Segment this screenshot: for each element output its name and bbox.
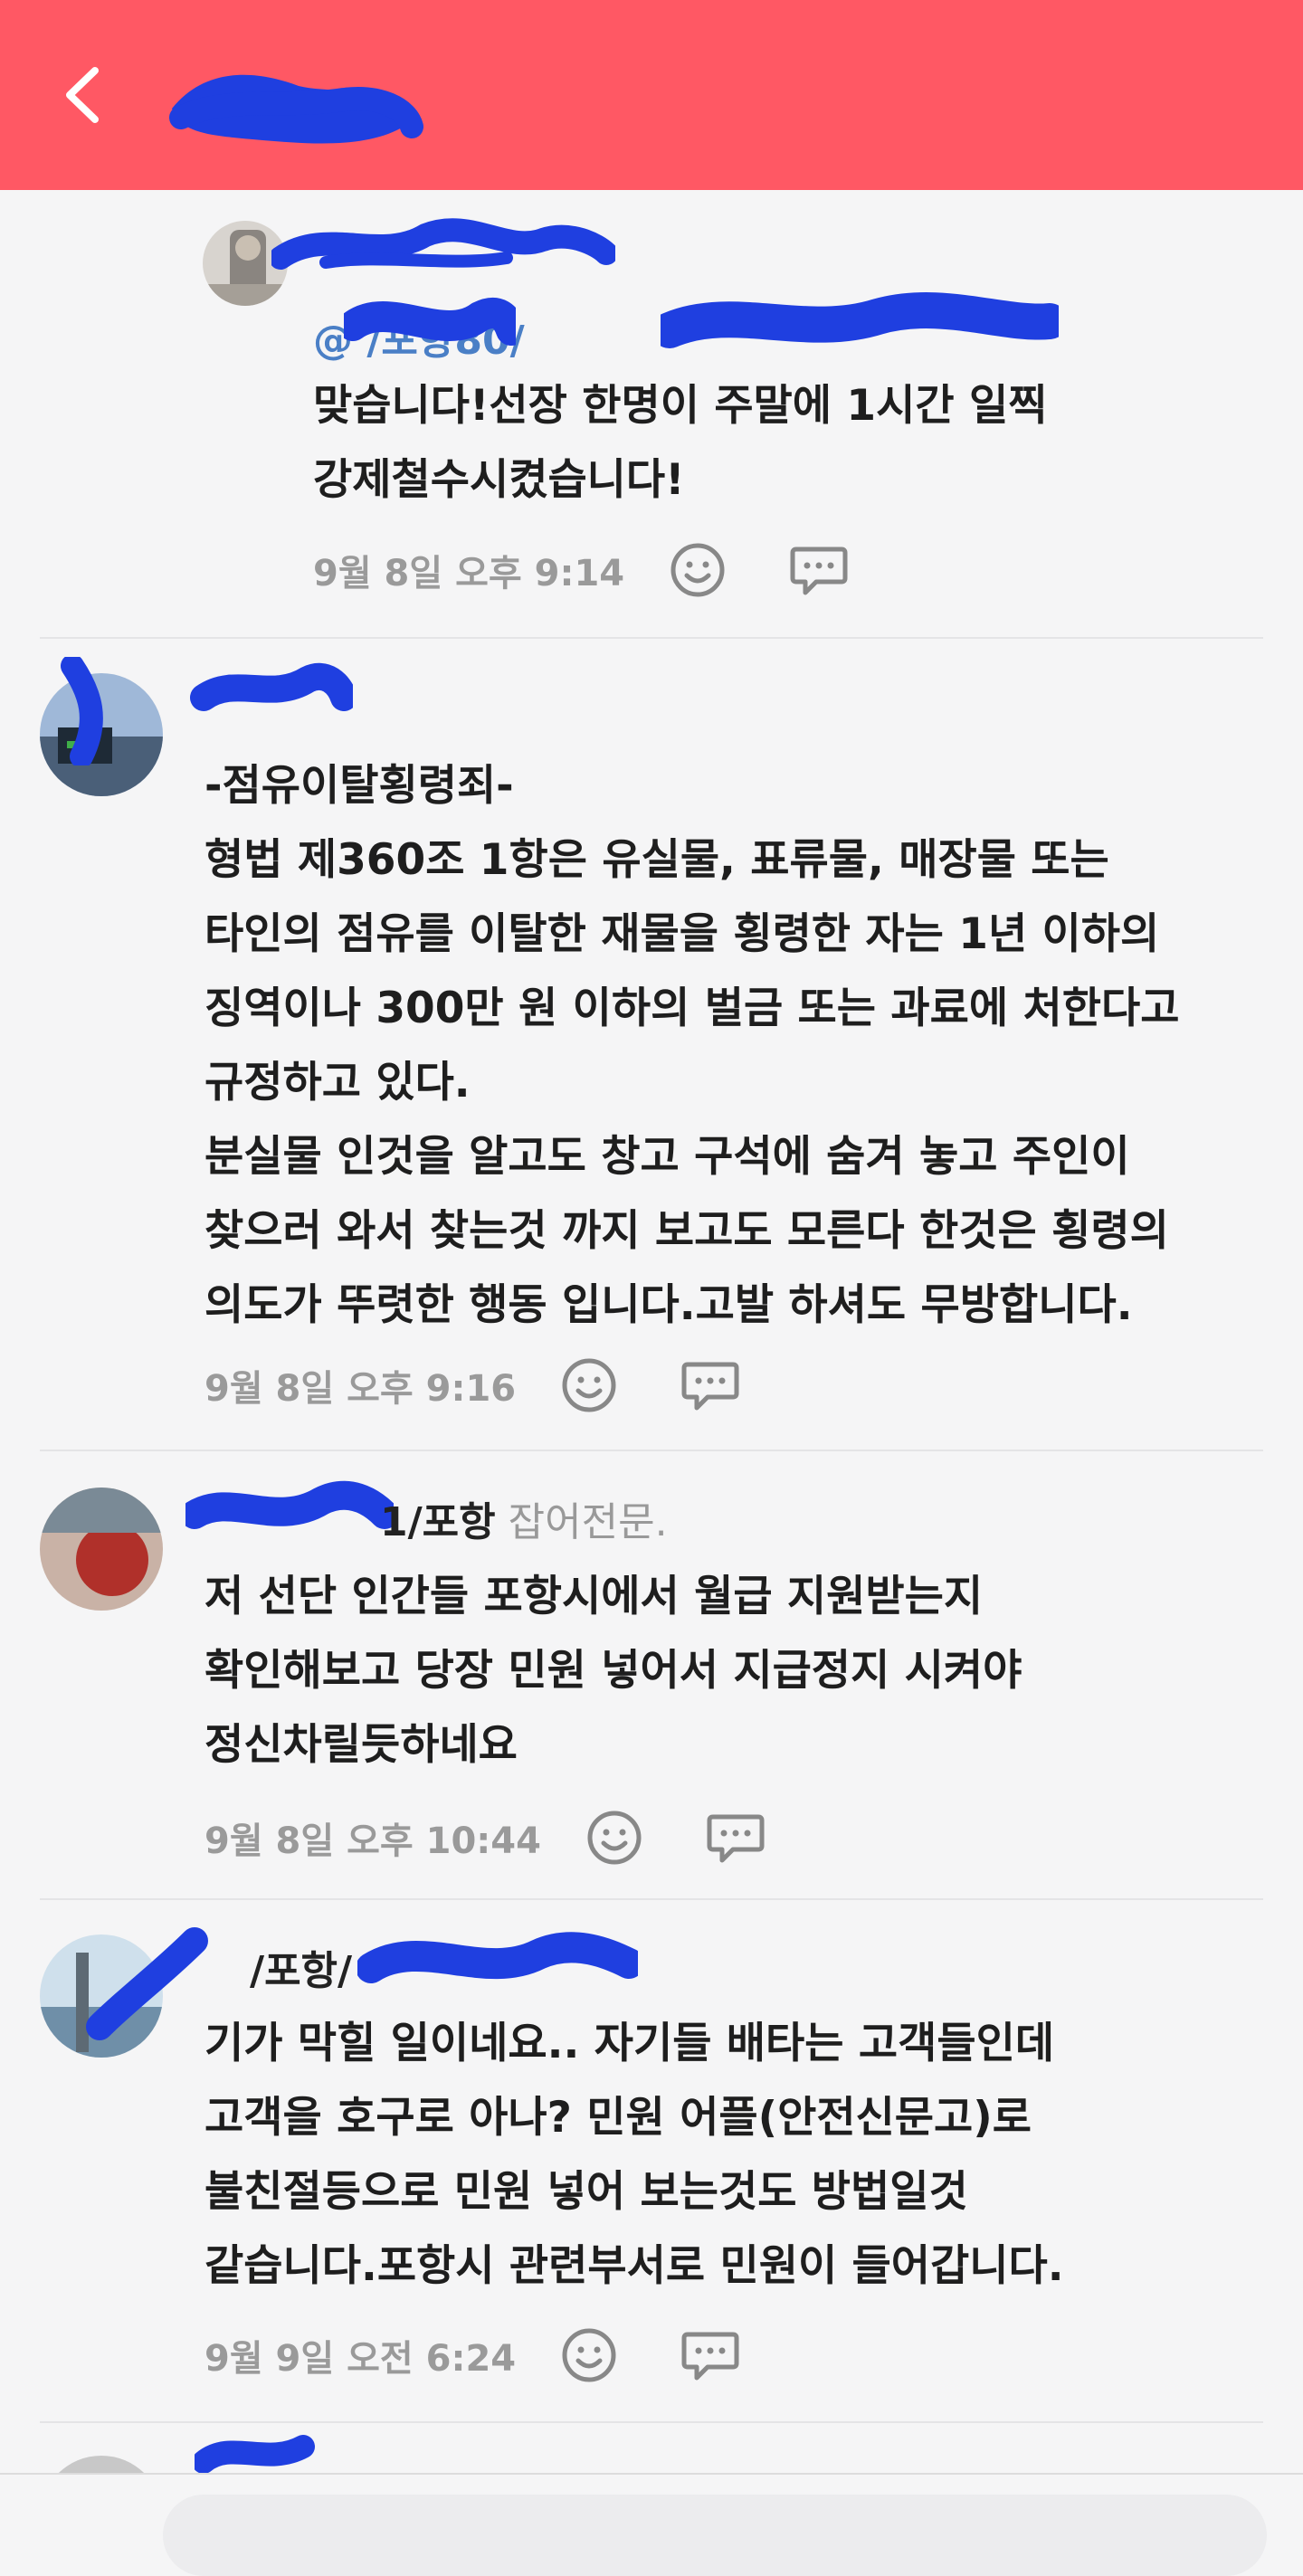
redacted-username-scribble (195, 2435, 315, 2473)
comment-item: -점유이탈횡령죄- 형법 제360조 1항은 유실물, 표류물, 매장물 또는 … (0, 639, 1303, 1424)
comment-text: 기가 막힐 일이네요.. 자기들 배타는 고객들인데 고객을 호구로 아나? 민… (204, 2019, 1064, 2291)
speech-bubble-icon (681, 1362, 739, 1411)
redacted-avatar-scribble (86, 1927, 208, 2040)
react-button[interactable] (557, 2324, 621, 2387)
redacted-username-scribble (271, 218, 615, 270)
smiley-icon (562, 2328, 616, 2382)
comment-meta: 9월 8일 오후 9:16 (204, 1354, 742, 1417)
comment-text: 저 선단 인간들 포항시에서 월급 지원받는지 확인해보고 당장 민원 넣어서 … (204, 1572, 1022, 1770)
avatar[interactable] (40, 1488, 163, 1611)
comment-time: 9월 8일 오후 9:16 (204, 1368, 517, 1410)
redacted-username-scribble (357, 1932, 638, 1983)
reply-button[interactable] (679, 1354, 742, 1417)
comment-meta: 9월 8일 오후 10:44 (204, 1806, 767, 1869)
back-button[interactable] (45, 54, 118, 136)
username-row: /포항/ (250, 1938, 352, 1996)
reply-button[interactable] (704, 1806, 767, 1869)
username[interactable]: /포항/ (250, 1948, 352, 1994)
comment-text: -점유이탈횡령죄- 형법 제360조 1항은 유실물, 표류물, 매장물 또는 … (204, 761, 1180, 1330)
comment-item: @ /포항80/ 맞습니다!선장 한명이 주말에 1시간 일찍 강제철수시켰습니… (0, 190, 1303, 637)
speech-bubble-icon (790, 547, 848, 595)
redacted-title-scribble (169, 74, 423, 144)
smiley-icon (671, 543, 725, 597)
comment-meta: 9월 8일 오후 9:14 (313, 538, 851, 602)
chevron-left-icon (66, 67, 99, 123)
comment-item: /포항/ 기가 막힐 일이네요.. 자기들 배타는 고객들인데 고객을 호구로 … (0, 1900, 1303, 2419)
speech-bubble-icon (707, 1814, 765, 1863)
reply-button[interactable] (787, 538, 851, 602)
comment-item: 1/포항 잡어전문. 저 선단 인간들 포항시에서 월급 지원받는지 확인해보고 … (0, 1451, 1303, 1896)
comment-item-partial (0, 2423, 1303, 2473)
comment-time: 9월 8일 오후 9:14 (313, 553, 625, 594)
user-badge: 잡어전문. (508, 1499, 668, 1545)
comment-time: 9월 8일 오후 10:44 (204, 1820, 541, 1862)
redacted-username-scribble (190, 662, 353, 711)
smiley-icon (587, 1811, 642, 1865)
username[interactable]: 1/포항 (380, 1499, 496, 1545)
reply-button[interactable] (679, 2324, 742, 2387)
react-button[interactable] (666, 538, 729, 602)
redacted-mention-scribble-1 (344, 298, 516, 346)
comment-input-bar (0, 2473, 1303, 2576)
comment-meta: 9월 9일 오전 6:24 (204, 2324, 742, 2387)
react-button[interactable] (583, 1806, 646, 1869)
redacted-username-scribble (185, 1480, 394, 1529)
comment-text: 맞습니다!선장 한명이 주말에 1시간 일찍 강제철수시켰습니다! (313, 381, 1048, 505)
redacted-mention-scribble-2 (661, 292, 1059, 348)
comment-time: 9월 9일 오전 6:24 (204, 2338, 517, 2380)
speech-bubble-icon (681, 2332, 739, 2381)
redacted-avatar-scribble (61, 657, 103, 765)
smiley-icon (562, 1358, 616, 1412)
comment-input[interactable] (163, 2495, 1267, 2576)
username-row: 1/포항 잡어전문. (380, 1489, 668, 1547)
react-button[interactable] (557, 1354, 621, 1417)
top-app-bar (0, 0, 1303, 190)
avatar[interactable] (40, 2456, 163, 2473)
